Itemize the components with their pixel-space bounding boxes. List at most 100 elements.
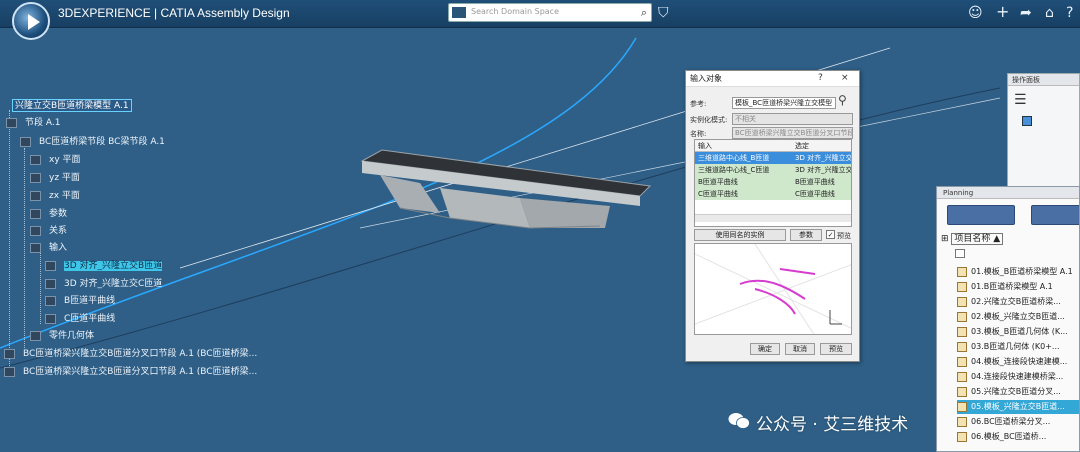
tree-item[interactable]: zx 平面 bbox=[30, 190, 80, 203]
home-icon[interactable]: ⌂ bbox=[1045, 5, 1054, 21]
tree-item[interactable]: 关系 bbox=[30, 225, 67, 238]
list-item[interactable]: 06.BC匝道桥梁分叉... bbox=[957, 415, 1079, 429]
tree-item[interactable]: BC匝道桥梁兴隆立交B匝道分叉口节段 A.1 (BC匝道桥梁... bbox=[4, 348, 257, 361]
list-item[interactable]: 01.B匝道桥梁模型 A.1 bbox=[957, 280, 1079, 294]
model-icon bbox=[957, 386, 967, 397]
tree-item[interactable]: 零件几何体 bbox=[30, 330, 94, 343]
app-title: 3DEXPERIENCE | CATIA Assembly Design bbox=[58, 6, 290, 20]
search-input[interactable]: Search Domain Space bbox=[471, 7, 559, 16]
search-icon[interactable]: ⌕ bbox=[641, 6, 647, 20]
list-item[interactable]: 03.B匝道几何体 (K0+... bbox=[957, 340, 1079, 354]
model-icon bbox=[957, 356, 967, 367]
ok-button[interactable]: 确定 bbox=[750, 343, 780, 355]
mode-field: 不相关 bbox=[732, 113, 853, 125]
compass-logo[interactable] bbox=[12, 2, 50, 40]
bridge-segment-model bbox=[360, 149, 652, 229]
column-header[interactable]: ⊞ 项目名称 ▲ bbox=[941, 231, 1004, 245]
tree-item[interactable]: yz 平面 bbox=[30, 172, 80, 185]
cancel-button[interactable]: 取消 bbox=[785, 343, 815, 355]
list-item[interactable]: 04.连接段快速建模桥梁... bbox=[957, 370, 1079, 384]
list-item[interactable]: 01.模板_B匝道桥梁模型 A.1 bbox=[957, 265, 1079, 279]
tree-item[interactable]: C匝道平曲线 bbox=[45, 313, 115, 326]
model-icon bbox=[957, 401, 967, 412]
curve-icon bbox=[45, 295, 56, 306]
tree-connector bbox=[24, 148, 25, 348]
plane-icon bbox=[30, 172, 41, 183]
scene-svg bbox=[0, 37, 1001, 369]
tree-item[interactable]: 节段 A.1 bbox=[6, 117, 60, 130]
column-header-selected: 选定 bbox=[795, 142, 809, 150]
parameters-button[interactable]: 参数 bbox=[790, 229, 822, 241]
name-label: 名称: bbox=[690, 130, 707, 138]
help-icon[interactable]: ? bbox=[818, 73, 823, 83]
planning-panel-title: Planning bbox=[937, 187, 1079, 199]
tree-item[interactable]: BC匝道桥梁兴隆立交B匝道分叉口节段 A.1 (BC匝道桥梁... bbox=[4, 366, 257, 379]
parameters-icon bbox=[30, 208, 41, 219]
preview-checkbox[interactable]: ✓ bbox=[826, 230, 835, 239]
relations-icon bbox=[30, 225, 41, 236]
share-icon[interactable]: ➦ bbox=[1020, 5, 1032, 21]
horizontal-scrollbar[interactable] bbox=[695, 214, 851, 222]
tree-connector bbox=[40, 252, 41, 324]
table-row[interactable]: 三维道路中心线_B匝道 3D 对齐_兴隆立交B bbox=[695, 152, 851, 164]
tree-item-selected[interactable]: 3D 对齐_兴隆立交B匝道 bbox=[45, 260, 163, 273]
pick-icon[interactable]: ⚲ bbox=[838, 93, 847, 107]
reference-label: 参考: bbox=[690, 100, 707, 108]
table-row[interactable]: 三维道路中心线_C匝道 3D 对齐_兴隆立交C bbox=[695, 164, 851, 176]
list-item[interactable]: 02.模板_兴隆立交B匝道... bbox=[957, 310, 1079, 324]
inputs-icon bbox=[30, 242, 41, 253]
list-item[interactable]: 02.兴隆立交B匝道桥梁... bbox=[957, 295, 1079, 309]
curve-icon bbox=[45, 260, 56, 271]
tag-icon[interactable]: ⛉ bbox=[658, 5, 669, 21]
action-panel: 操作面板 ☰ bbox=[1007, 73, 1080, 188]
planning-panel: Planning ⊞ 项目名称 ▲ 01.模板_B匝道桥梁模型 A.1 01.B… bbox=[936, 186, 1080, 452]
model-icon bbox=[957, 296, 967, 307]
part-icon bbox=[4, 366, 15, 377]
list-item[interactable]: 04.模板_连接段快速建模... bbox=[957, 355, 1079, 369]
planning-toolbar-right[interactable] bbox=[1031, 205, 1079, 225]
reference-select[interactable]: 模板_BC匝道桥梁兴隆立交模型 bbox=[732, 97, 836, 109]
plus-icon[interactable]: + bbox=[996, 2, 1009, 21]
name-field[interactable]: BC匝道桥梁兴隆立交B匝道分叉口节段 bbox=[732, 127, 853, 139]
tree-item[interactable]: 输入 bbox=[30, 242, 67, 255]
insert-object-dialog: 输入对象 ? × 参考: 模板_BC匝道桥梁兴隆立交模型 ⚲ 实例化模式: 不相… bbox=[685, 70, 860, 362]
user-icon[interactable]: ☺ bbox=[968, 5, 983, 21]
node-icon bbox=[6, 117, 17, 128]
3d-viewport[interactable]: 兴隆立交B匝道桥梁模型 A.1 节段 A.1 BC匝道桥梁节段 BC梁节段 A.… bbox=[0, 28, 1080, 452]
tree-item[interactable]: xy 平面 bbox=[30, 154, 81, 167]
table-row[interactable]: C匝道平曲线 C匝道平曲线 bbox=[695, 188, 851, 200]
transfer-icon[interactable] bbox=[1022, 116, 1032, 126]
curve-icon bbox=[45, 313, 56, 324]
mode-label: 实例化模式: bbox=[690, 116, 728, 124]
list-item[interactable]: 03.模板_B匝道几何体 (K... bbox=[957, 325, 1079, 339]
search-scope-icon[interactable] bbox=[452, 7, 466, 18]
body-icon bbox=[30, 330, 41, 341]
list-icon[interactable]: ☰ bbox=[1014, 92, 1027, 108]
tree-item[interactable]: BC匝道桥梁节段 BC梁节段 A.1 bbox=[20, 136, 165, 149]
part-icon bbox=[20, 136, 31, 147]
model-icon bbox=[957, 311, 967, 322]
plane-icon bbox=[30, 190, 41, 201]
preview-viewport[interactable] bbox=[694, 243, 852, 335]
preview-label: 预览 bbox=[837, 232, 851, 240]
model-icon bbox=[957, 326, 967, 337]
list-item[interactable]: 05.兴隆立交B匝道分叉... bbox=[957, 385, 1079, 399]
model-icon bbox=[957, 266, 967, 277]
model-icon bbox=[957, 281, 967, 292]
tree-item[interactable]: B匝道平曲线 bbox=[45, 295, 115, 308]
close-icon[interactable]: × bbox=[841, 73, 849, 83]
model-icon bbox=[957, 416, 967, 427]
search-box[interactable]: Search Domain Space ⌕ bbox=[448, 3, 652, 22]
help-icon[interactable]: ? bbox=[1066, 5, 1073, 21]
list-item[interactable]: 06.模板_BC匝道桥... bbox=[957, 430, 1079, 444]
preview-button[interactable]: 预览 bbox=[820, 343, 852, 355]
action-panel-title: 操作面板 bbox=[1008, 74, 1079, 86]
tree-root[interactable]: 兴隆立交B匝道桥梁模型 A.1 bbox=[12, 99, 132, 112]
tree-item[interactable]: 参数 bbox=[30, 208, 67, 221]
planning-toolbar-left[interactable] bbox=[947, 205, 1015, 225]
use-identical-name-button[interactable]: 使用同名的实例 bbox=[694, 229, 786, 241]
tree-item[interactable]: 3D 对齐_兴隆立交C匝道 bbox=[45, 278, 162, 291]
table-row[interactable]: B匝道平曲线 B匝道平曲线 bbox=[695, 176, 851, 188]
part-icon bbox=[4, 348, 15, 359]
list-item-highlighted[interactable]: 05.模板_兴隆立交B匝道... bbox=[957, 400, 1079, 414]
